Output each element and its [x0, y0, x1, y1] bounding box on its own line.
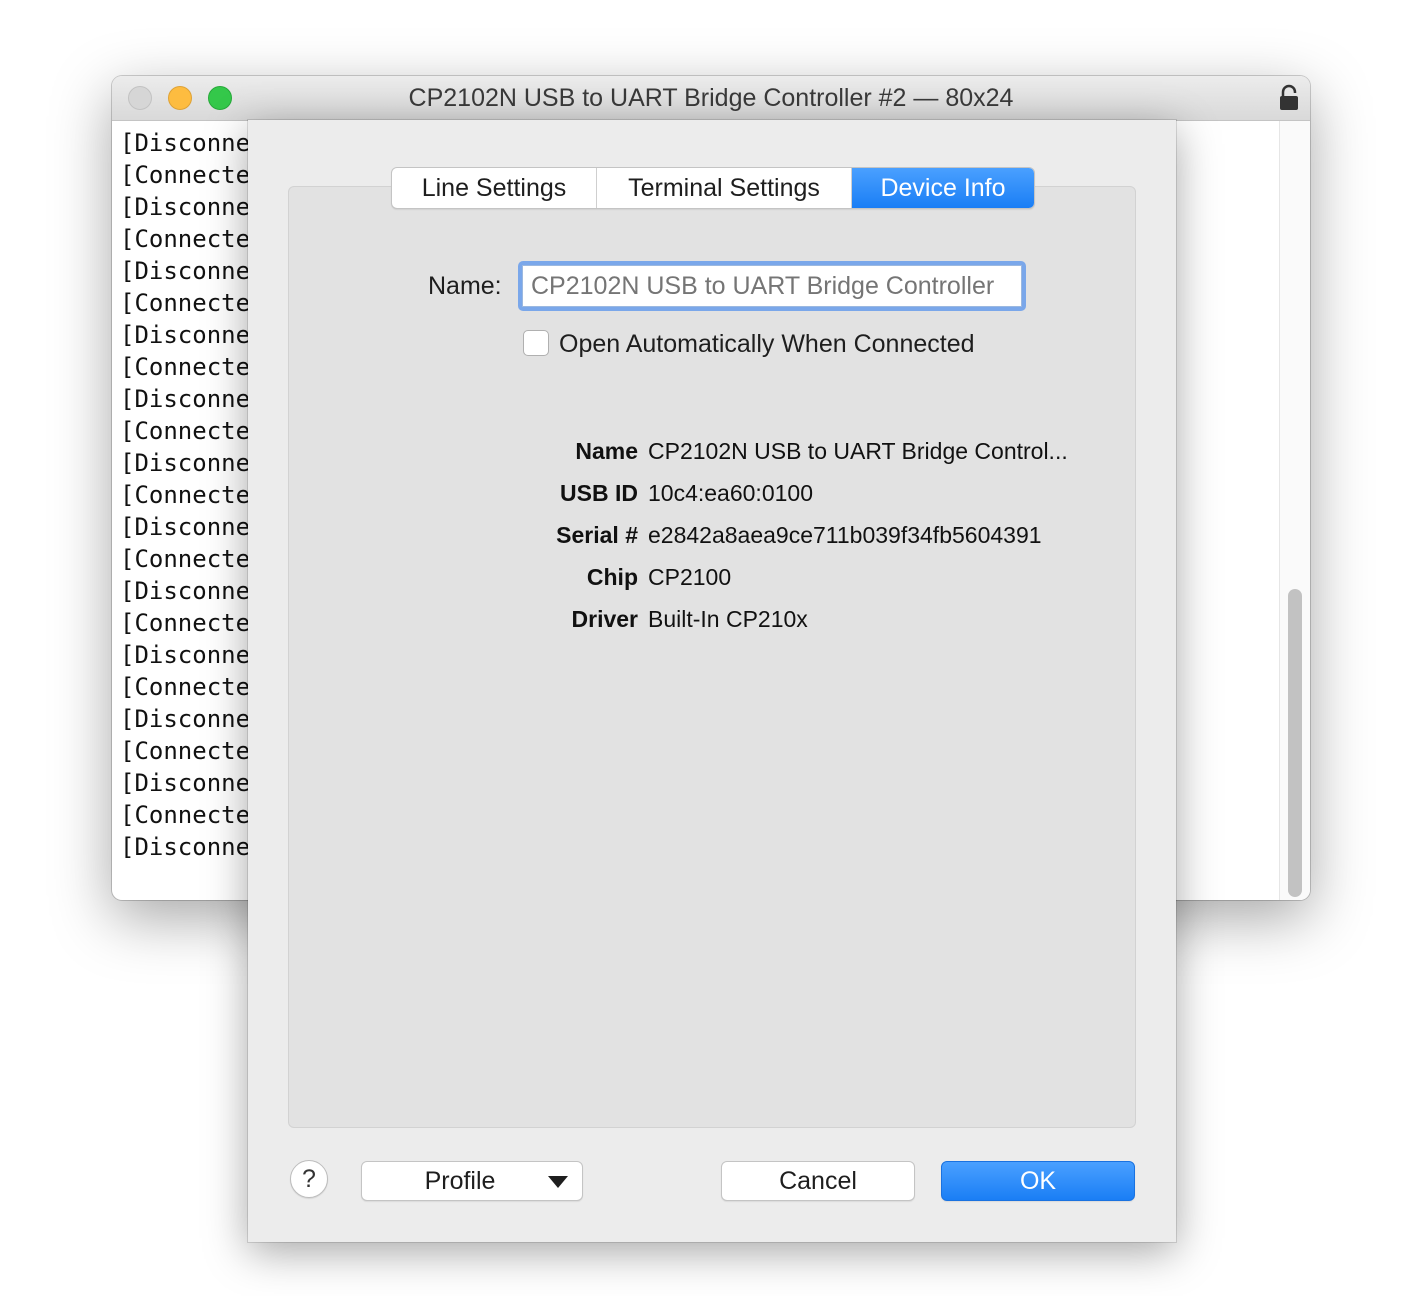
info-value: CP2100 — [648, 564, 732, 590]
terminal-line: [Disconne — [120, 641, 251, 669]
terminal-line: [Connecte — [120, 545, 251, 573]
terminal-line: [Disconne — [120, 769, 251, 797]
name-field[interactable] — [522, 265, 1022, 307]
open-automatically-checkbox[interactable] — [523, 330, 549, 356]
terminal-line: [Connecte — [120, 225, 251, 253]
terminal-line: [Disconne — [120, 321, 251, 349]
info-value: Built-In CP210x — [648, 606, 808, 632]
info-value: e2842a8aea9ce711b039f34fb5604391 — [648, 522, 1042, 548]
info-value: 10c4:ea60:0100 — [648, 480, 813, 506]
tab-panel — [288, 186, 1136, 1128]
profile-label: Profile — [424, 1167, 496, 1195]
info-key: USB ID — [560, 480, 638, 506]
terminal-line: [Connecte — [120, 417, 251, 445]
scrollbar[interactable] — [1279, 121, 1310, 900]
terminal-line: [Disconne — [120, 385, 251, 413]
chevron-down-icon — [548, 1176, 568, 1188]
terminal-line: [Connecte — [120, 481, 251, 509]
info-key: Serial # — [556, 522, 638, 548]
profile-popup-button[interactable]: Profile — [361, 1161, 583, 1201]
cancel-button[interactable]: Cancel — [721, 1161, 915, 1201]
name-field-focus-ring — [518, 261, 1026, 311]
lock-icon[interactable] — [1278, 84, 1300, 112]
terminal-line: [Connecte — [120, 737, 251, 765]
tab-terminal-settings[interactable]: Terminal Settings — [597, 168, 852, 208]
terminal-line: [Disconne — [120, 577, 251, 605]
terminal-line: [Connecte — [120, 289, 251, 317]
terminal-line: [Connecte — [120, 609, 251, 637]
terminal-line: [Connecte — [120, 801, 251, 829]
info-key: Driver — [571, 606, 638, 632]
info-key: Chip — [586, 564, 638, 590]
info-value: CP2102N USB to UART Bridge Control... — [648, 438, 1068, 464]
info-key: Name — [575, 438, 638, 464]
open-automatically-label[interactable]: Open Automatically When Connected — [559, 330, 975, 359]
help-button[interactable]: ? — [290, 1160, 328, 1198]
terminal-line: [Disconne — [120, 193, 251, 221]
ok-button[interactable]: OK — [941, 1161, 1135, 1201]
terminal-line: [Disconne — [120, 129, 251, 157]
tab-device-info[interactable]: Device Info — [852, 168, 1034, 208]
device-settings-sheet: Line Settings Terminal Settings Device I… — [248, 120, 1176, 1242]
terminal-line: [Disconne — [120, 449, 251, 477]
terminal-line: [Connecte — [120, 353, 251, 381]
terminal-line: [Connecte — [120, 161, 251, 189]
terminal-line: [Connecte — [120, 673, 251, 701]
scrollbar-thumb[interactable] — [1288, 589, 1302, 897]
tab-bar: Line Settings Terminal Settings Device I… — [391, 167, 1035, 209]
tab-line-settings[interactable]: Line Settings — [392, 168, 597, 208]
title-bar[interactable]: CP2102N USB to UART Bridge Controller #2… — [112, 76, 1310, 121]
terminal-line: [Disconne — [120, 257, 251, 285]
name-label: Name: — [428, 272, 502, 300]
terminal-line: [Disconne — [120, 833, 251, 861]
window-title: CP2102N USB to UART Bridge Controller #2… — [408, 84, 1014, 112]
terminal-line: [Disconne — [120, 705, 251, 733]
terminal-line: [Disconne — [120, 513, 251, 541]
